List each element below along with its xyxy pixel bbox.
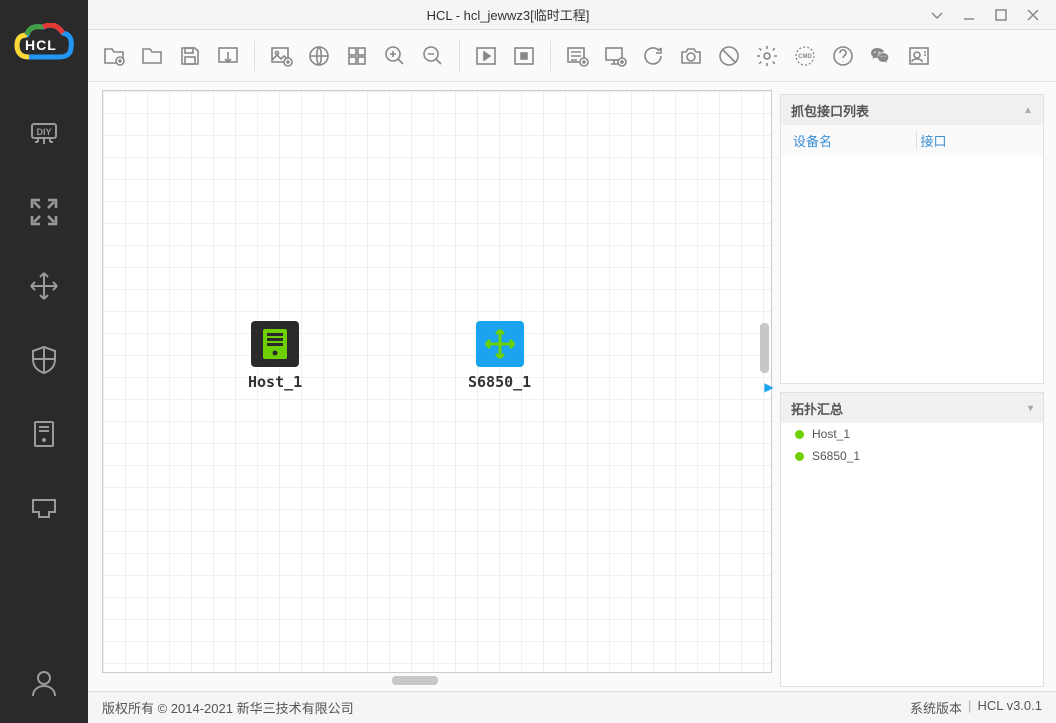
wechat-button[interactable] [863, 38, 899, 74]
minimize-icon[interactable] [960, 6, 978, 24]
globe-button[interactable] [301, 38, 337, 74]
new-project-button[interactable] [96, 38, 132, 74]
camera-button[interactable] [673, 38, 709, 74]
screen-add-button[interactable] [597, 38, 633, 74]
topo-list-item[interactable]: Host_1 [781, 423, 1043, 445]
menu-dropdown-icon[interactable] [928, 6, 946, 24]
col-device[interactable]: 设备名 [781, 131, 916, 150]
node-label: Host_1 [248, 373, 302, 391]
version-value: HCL v3.0.1 [977, 698, 1042, 717]
rail-port[interactable] [24, 488, 64, 528]
maximize-icon[interactable] [992, 6, 1010, 24]
export-button[interactable] [210, 38, 246, 74]
list-add-button[interactable] [559, 38, 595, 74]
svg-text:CMD: CMD [798, 54, 812, 60]
switch-icon [476, 321, 524, 367]
stop-button[interactable] [506, 38, 542, 74]
rail-move[interactable] [24, 266, 64, 306]
refresh-button[interactable] [635, 38, 671, 74]
svg-text:DIY: DIY [36, 127, 51, 137]
panel-collapse-icon[interactable]: ▲ [1023, 105, 1033, 116]
rail-shield[interactable] [24, 340, 64, 380]
window-title: HCL - hcl_jewwz3[临时工程] [88, 5, 928, 24]
topo-list-item[interactable]: S6850_1 [781, 445, 1043, 467]
left-app-rail: HCL DIY [0, 0, 88, 723]
panel-title: 抓包接口列表 [791, 101, 869, 120]
zoom-in-button[interactable] [377, 38, 413, 74]
panel-menu-icon[interactable]: ▾ [1028, 403, 1033, 414]
host-icon [251, 321, 299, 367]
status-dot-icon [795, 452, 804, 461]
close-icon[interactable] [1024, 6, 1042, 24]
col-port[interactable]: 接口 [916, 131, 1044, 150]
status-dot-icon [795, 430, 804, 439]
cmd-button[interactable]: CMD [787, 38, 823, 74]
version-label: 系统版本 [910, 698, 962, 717]
rail-diy[interactable]: DIY [24, 118, 64, 158]
title-bar: HCL - hcl_jewwz3[临时工程] [88, 0, 1056, 30]
capture-ports-panel: 抓包接口列表 ▲ 设备名 接口 [780, 94, 1044, 384]
rail-fullscreen[interactable] [24, 192, 64, 232]
contact-button[interactable] [901, 38, 937, 74]
rail-user[interactable] [24, 663, 64, 703]
grid-button[interactable] [339, 38, 375, 74]
capture-list-body [781, 155, 1043, 383]
open-button[interactable] [134, 38, 170, 74]
clear-button[interactable] [711, 38, 747, 74]
status-bar: 版权所有 © 2014-2021 新华三技术有限公司 系统版本 | HCL v3… [88, 691, 1056, 723]
topology-canvas[interactable]: Host_1 S6850_1 [102, 90, 772, 673]
image-add-button[interactable] [263, 38, 299, 74]
collapse-side-panel[interactable]: ▶ [764, 367, 774, 407]
panel-title: 拓扑汇总 [791, 399, 843, 418]
topology-summary-panel: 拓扑汇总 ▾ Host_1 S6850_1 [780, 392, 1044, 687]
settings-button[interactable] [749, 38, 785, 74]
canvas-scrollbar-h[interactable] [102, 675, 772, 687]
play-button[interactable] [468, 38, 504, 74]
zoom-out-button[interactable] [415, 38, 451, 74]
rail-server[interactable] [24, 414, 64, 454]
canvas-node-switch[interactable]: S6850_1 [468, 321, 531, 391]
node-label: S6850_1 [468, 373, 531, 391]
help-button[interactable] [825, 38, 861, 74]
copyright-text: 版权所有 © 2014-2021 新华三技术有限公司 [102, 698, 910, 717]
app-logo: HCL [0, 0, 88, 88]
canvas-node-host[interactable]: Host_1 [248, 321, 302, 391]
main-toolbar: CMD [88, 30, 1056, 82]
save-button[interactable] [172, 38, 208, 74]
